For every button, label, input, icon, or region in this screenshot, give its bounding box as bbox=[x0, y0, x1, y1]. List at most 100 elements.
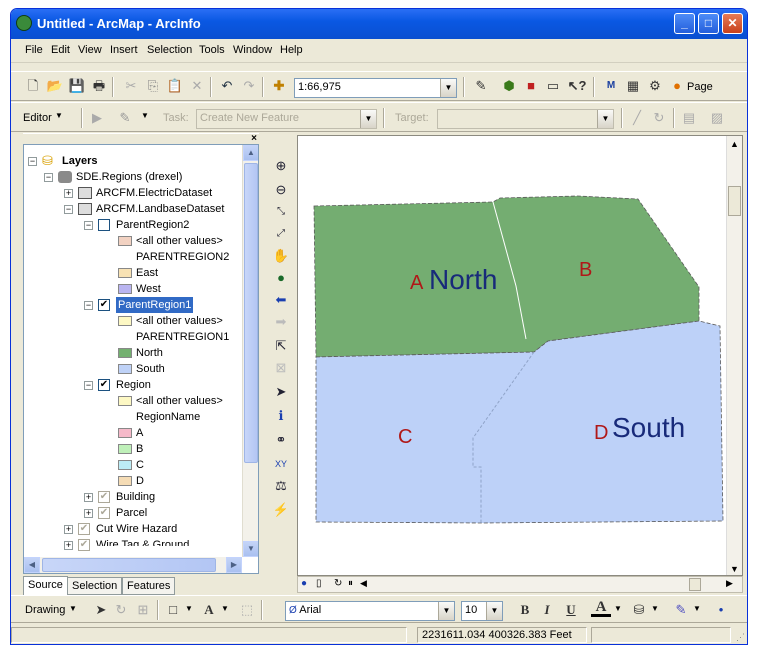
scroll-right-icon[interactable]: ▶ bbox=[226, 557, 242, 573]
identify-icon[interactable]: ℹ bbox=[271, 406, 291, 426]
undo-icon[interactable]: ↶ bbox=[217, 76, 237, 96]
add-data-icon[interactable]: ✚ bbox=[269, 76, 289, 96]
scroll-down-icon[interactable]: ▼ bbox=[730, 564, 739, 574]
legend-label[interactable]: <all other values> bbox=[136, 233, 223, 249]
arccatalog-icon[interactable]: ⬢ bbox=[499, 76, 519, 96]
whats-this-icon[interactable]: ↖? bbox=[567, 76, 587, 96]
find-binoculars-icon[interactable]: ⚭ bbox=[271, 430, 291, 450]
scroll-thumb[interactable] bbox=[689, 578, 701, 591]
forward-extent-icon[interactable]: ➡ bbox=[271, 312, 291, 332]
copy-icon[interactable]: ⎘ bbox=[143, 76, 163, 96]
rectangle-tool-icon[interactable]: □ bbox=[163, 600, 183, 620]
layer-checkbox-gray[interactable]: ✔ bbox=[78, 539, 90, 551]
toc-layer-region[interactable]: Region bbox=[116, 377, 151, 393]
fixed-zoom-in-icon[interactable]: ⤡ bbox=[271, 202, 291, 222]
editor-dropdown-icon[interactable]: ▼ bbox=[55, 111, 63, 120]
scroll-up-icon[interactable]: ▲ bbox=[730, 139, 739, 149]
refresh-icon[interactable]: ↻ bbox=[334, 578, 342, 589]
print-icon[interactable]: 🖶 bbox=[89, 76, 109, 96]
toc-vertical-scrollbar[interactable]: ▲ ▼ bbox=[242, 145, 258, 557]
fixed-zoom-out-icon[interactable]: ⤢ bbox=[271, 224, 291, 244]
toc-item-electric-dataset[interactable]: ARCFM.ElectricDataset bbox=[96, 185, 212, 201]
line-color-icon[interactable]: ✎ bbox=[671, 600, 691, 620]
legend-label[interactable]: <all other values> bbox=[136, 393, 223, 409]
line-color-dropdown-icon[interactable]: ▼ bbox=[693, 604, 701, 613]
open-folder-icon[interactable]: 📂 bbox=[45, 76, 65, 96]
map-canvas[interactable]: A North B C D South bbox=[298, 136, 743, 576]
tab-source[interactable]: Source bbox=[23, 576, 68, 596]
maximize-button[interactable]: □ bbox=[698, 13, 719, 34]
menu-edit[interactable]: Edit bbox=[51, 44, 70, 56]
data-view-icon[interactable]: ● bbox=[301, 578, 307, 589]
map-vertical-scrollbar[interactable]: ▲ ▼ bbox=[726, 136, 742, 575]
paste-icon[interactable]: 📋 bbox=[165, 76, 185, 96]
legend-label[interactable]: B bbox=[136, 441, 143, 457]
attributes-icon[interactable]: ▤ bbox=[679, 108, 699, 128]
edit-tool-icon[interactable]: ▶ bbox=[87, 108, 107, 128]
chevron-down-icon[interactable]: ▼ bbox=[486, 602, 502, 620]
toc-dock-grip[interactable]: × bbox=[23, 133, 259, 144]
legend-label[interactable]: A bbox=[136, 425, 143, 441]
toc-close-icon[interactable]: × bbox=[251, 133, 257, 144]
scroll-thumb[interactable] bbox=[42, 558, 216, 572]
editor-toolbar-icon[interactable]: ✎ bbox=[471, 76, 491, 96]
rotate-element-icon[interactable]: ↻ bbox=[111, 600, 131, 620]
expand-icon[interactable]: + bbox=[84, 509, 93, 518]
go-to-xy-icon[interactable]: XY bbox=[271, 454, 291, 474]
edit-vertices-icon[interactable]: ⬚ bbox=[237, 600, 257, 620]
layer-checkbox-gray[interactable]: ✔ bbox=[78, 523, 90, 535]
layer-checkbox-checked[interactable]: ✔ bbox=[98, 379, 110, 391]
back-extent-icon[interactable]: ⬅ bbox=[271, 290, 291, 310]
pan-hand-icon[interactable]: ✋ bbox=[271, 246, 291, 266]
menu-window[interactable]: Window bbox=[233, 44, 272, 56]
toc-layer-building[interactable]: Building bbox=[116, 489, 155, 505]
zoom-in-icon[interactable]: ⊕ bbox=[271, 156, 291, 176]
expand-icon[interactable]: + bbox=[64, 525, 73, 534]
layer-checkbox-gray[interactable]: ✔ bbox=[98, 491, 110, 503]
layout-view-icon[interactable]: ▯ bbox=[316, 578, 322, 589]
collapse-icon[interactable]: − bbox=[28, 157, 37, 166]
scroll-left-icon[interactable]: ◀ bbox=[24, 557, 40, 573]
chevron-down-icon[interactable]: ▼ bbox=[438, 602, 454, 620]
task-combo[interactable]: Create New Feature ▼ bbox=[196, 109, 377, 129]
toc-item-sde-regions[interactable]: SDE.Regions (drexel) bbox=[76, 169, 182, 185]
toc-item-landbase-dataset[interactable]: ARCFM.LandbaseDataset bbox=[96, 201, 224, 217]
zoom-out-icon[interactable]: ⊖ bbox=[271, 180, 291, 200]
menu-tools[interactable]: Tools bbox=[199, 44, 225, 56]
font-combo[interactable]: Ø Arial ▼ bbox=[285, 601, 455, 621]
clear-selection-icon[interactable]: ⊠ bbox=[271, 358, 291, 378]
expand-icon[interactable]: + bbox=[64, 189, 73, 198]
fill-color-icon[interactable]: ⛁ bbox=[629, 600, 649, 620]
map-scale-combo[interactable]: 1:66,975 ▼ bbox=[294, 78, 457, 98]
drawing-menu[interactable]: Drawing bbox=[25, 604, 65, 616]
text-dropdown-icon[interactable]: ▼ bbox=[221, 604, 229, 613]
menu-selection[interactable]: Selection bbox=[147, 44, 192, 56]
select-arrow-icon[interactable]: ➤ bbox=[271, 382, 291, 402]
chevron-down-icon[interactable]: ▼ bbox=[360, 110, 376, 128]
legend-label[interactable]: East bbox=[136, 265, 158, 281]
scroll-down-icon[interactable]: ▼ bbox=[243, 541, 258, 557]
menu-view[interactable]: View bbox=[78, 44, 102, 56]
legend-label[interactable]: South bbox=[136, 361, 165, 377]
new-text-icon[interactable]: A bbox=[199, 600, 219, 620]
sketch-dropdown-icon[interactable]: ▼ bbox=[141, 111, 149, 120]
map-horizontal-scrollbar[interactable]: ● ▯ ↻ ⏸ ◀ ▶ bbox=[297, 576, 743, 593]
rotate-tool-icon[interactable]: ↻ bbox=[649, 108, 669, 128]
chevron-down-icon[interactable]: ▼ bbox=[440, 79, 456, 97]
toc-layer-parentregion2[interactable]: ParentRegion2 bbox=[116, 217, 189, 233]
split-tool-icon[interactable]: ╱ bbox=[627, 108, 647, 128]
layer-checkbox-gray[interactable]: ✔ bbox=[98, 507, 110, 519]
full-extent-globe-icon[interactable]: ● bbox=[271, 268, 291, 288]
font-size-combo[interactable]: 10 ▼ bbox=[461, 601, 503, 621]
rectangle-dropdown-icon[interactable]: ▼ bbox=[185, 604, 193, 613]
menu-insert[interactable]: Insert bbox=[110, 44, 138, 56]
sketch-properties-icon[interactable]: ▨ bbox=[707, 108, 727, 128]
title-bar[interactable]: Untitled - ArcMap - ArcInfo _ □ ✕ bbox=[11, 9, 747, 39]
legend-label[interactable]: West bbox=[136, 281, 161, 297]
menu-help[interactable]: Help bbox=[280, 44, 303, 56]
expand-icon[interactable]: + bbox=[64, 541, 73, 550]
pause-drawing-icon[interactable]: ⏸ bbox=[348, 578, 353, 589]
fill-color-dropdown-icon[interactable]: ▼ bbox=[651, 604, 659, 613]
arctoolbox-icon[interactable]: ■ bbox=[521, 76, 541, 96]
marker-color-icon[interactable]: • bbox=[711, 600, 731, 620]
